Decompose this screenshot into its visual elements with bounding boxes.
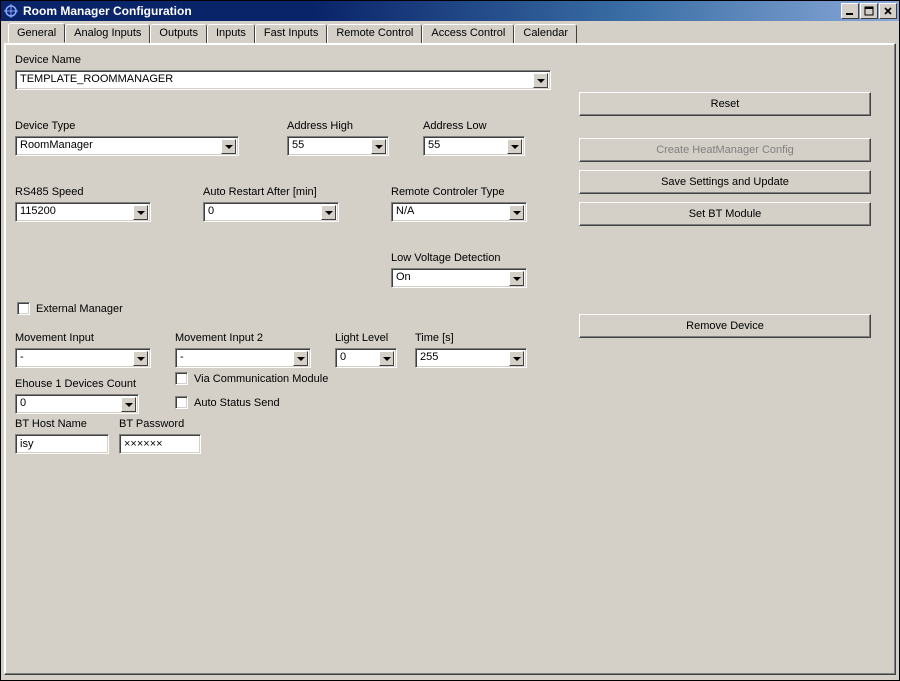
titlebar: Room Manager Configuration — [1, 1, 899, 21]
close-button[interactable] — [879, 3, 897, 19]
save-settings-label: Save Settings and Update — [661, 176, 789, 188]
save-settings-button[interactable]: Save Settings and Update — [579, 170, 871, 194]
reset-button[interactable]: Reset — [579, 92, 871, 116]
dropdown-arrow-icon — [133, 351, 148, 366]
time-s-value: 255 — [420, 351, 508, 363]
external-manager-label: External Manager — [36, 303, 123, 315]
remove-device-label: Remove Device — [686, 320, 764, 332]
auto-status-send-checkbox[interactable]: Auto Status Send — [175, 396, 280, 409]
device-name-value: TEMPLATE_ROOMMANAGER — [20, 73, 532, 85]
light-level-select[interactable]: 0 — [335, 348, 397, 368]
address-high-value: 55 — [292, 139, 370, 151]
dropdown-arrow-icon — [507, 139, 522, 154]
dropdown-arrow-icon — [371, 139, 386, 154]
low-voltage-value: On — [396, 271, 508, 283]
auto-restart-value: 0 — [208, 205, 320, 217]
window-frame: Room Manager Configuration General Analo… — [0, 0, 900, 681]
checkbox-box-icon — [175, 372, 188, 385]
movement-input-2-select[interactable]: - — [175, 348, 311, 368]
client-area: General Analog Inputs Outputs Inputs Fas… — [1, 21, 899, 680]
via-comm-module-label: Via Communication Module — [194, 373, 328, 385]
device-type-select[interactable]: RoomManager — [15, 136, 239, 156]
remote-controller-type-label: Remote Controler Type — [391, 186, 505, 198]
movement-input-2-label: Movement Input 2 — [175, 332, 263, 344]
movement-input-select[interactable]: - — [15, 348, 151, 368]
movement-input-2-value: - — [180, 351, 292, 363]
tab-remote-control[interactable]: Remote Control — [327, 24, 422, 44]
ehouse1-count-select[interactable]: 0 — [15, 394, 139, 414]
low-voltage-select[interactable]: On — [391, 268, 527, 288]
set-bt-module-button[interactable]: Set BT Module — [579, 202, 871, 226]
external-manager-checkbox[interactable]: External Manager — [17, 302, 123, 315]
remove-device-button[interactable]: Remove Device — [579, 314, 871, 338]
reset-button-label: Reset — [711, 98, 740, 110]
tab-fast-inputs[interactable]: Fast Inputs — [255, 24, 327, 44]
time-s-label: Time [s] — [415, 332, 454, 344]
auto-restart-select[interactable]: 0 — [203, 202, 339, 222]
tab-outputs[interactable]: Outputs — [150, 24, 207, 44]
window-controls — [840, 3, 897, 19]
movement-input-label: Movement Input — [15, 332, 94, 344]
device-name-select[interactable]: TEMPLATE_ROOMMANAGER — [15, 70, 551, 90]
device-name-label: Device Name — [15, 54, 81, 66]
checkbox-box-icon — [175, 396, 188, 409]
movement-input-value: - — [20, 351, 132, 363]
light-level-value: 0 — [340, 351, 378, 363]
window-title: Room Manager Configuration — [23, 4, 840, 18]
dropdown-arrow-icon — [379, 351, 394, 366]
tab-strip: General Analog Inputs Outputs Inputs Fas… — [8, 23, 896, 43]
via-comm-module-checkbox[interactable]: Via Communication Module — [175, 372, 328, 385]
ehouse1-count-value: 0 — [20, 397, 120, 409]
light-level-label: Light Level — [335, 332, 388, 344]
bt-host-name-label: BT Host Name — [15, 418, 87, 430]
time-s-select[interactable]: 255 — [415, 348, 527, 368]
device-type-label: Device Type — [15, 120, 75, 132]
dropdown-arrow-icon — [509, 205, 524, 220]
checkbox-box-icon — [17, 302, 30, 315]
tab-analog-inputs[interactable]: Analog Inputs — [65, 24, 150, 44]
rs485-speed-label: RS485 Speed — [15, 186, 84, 198]
dropdown-arrow-icon — [133, 205, 148, 220]
create-heatmanager-label: Create HeatManager Config — [656, 144, 794, 156]
tab-general[interactable]: General — [8, 23, 65, 43]
ehouse1-count-label: Ehouse 1 Devices Count — [15, 378, 136, 390]
address-high-label: Address High — [287, 120, 353, 132]
app-icon — [3, 3, 19, 19]
tab-page: Device Name TEMPLATE_ROOMMANAGER Device … — [4, 43, 896, 675]
bt-password-input[interactable] — [119, 434, 201, 454]
dropdown-arrow-icon — [321, 205, 336, 220]
address-low-select[interactable]: 55 — [423, 136, 525, 156]
device-type-value: RoomManager — [20, 139, 220, 151]
remote-controller-type-select[interactable]: N/A — [391, 202, 527, 222]
bt-password-label: BT Password — [119, 418, 184, 430]
auto-restart-label: Auto Restart After [min] — [203, 186, 317, 198]
address-low-label: Address Low — [423, 120, 487, 132]
tab-access-control[interactable]: Access Control — [422, 24, 514, 44]
dropdown-arrow-icon — [221, 139, 236, 154]
rs485-speed-select[interactable]: 115200 — [15, 202, 151, 222]
dropdown-arrow-icon — [509, 271, 524, 286]
tab-calendar[interactable]: Calendar — [514, 24, 577, 44]
dropdown-arrow-icon — [121, 397, 136, 412]
bt-host-name-input[interactable] — [15, 434, 109, 454]
address-low-value: 55 — [428, 139, 506, 151]
auto-status-send-label: Auto Status Send — [194, 397, 280, 409]
low-voltage-label: Low Voltage Detection — [391, 252, 500, 264]
rs485-speed-value: 115200 — [20, 205, 132, 217]
dropdown-arrow-icon — [509, 351, 524, 366]
tab-inputs[interactable]: Inputs — [207, 24, 255, 44]
dropdown-arrow-icon — [533, 73, 548, 88]
remote-controller-type-value: N/A — [396, 205, 508, 217]
set-bt-module-label: Set BT Module — [689, 208, 762, 220]
dropdown-arrow-icon — [293, 351, 308, 366]
page-content: Device Name TEMPLATE_ROOMMANAGER Device … — [7, 46, 893, 672]
create-heatmanager-button[interactable]: Create HeatManager Config — [579, 138, 871, 162]
address-high-select[interactable]: 55 — [287, 136, 389, 156]
maximize-button[interactable] — [860, 3, 878, 19]
minimize-button[interactable] — [841, 3, 859, 19]
